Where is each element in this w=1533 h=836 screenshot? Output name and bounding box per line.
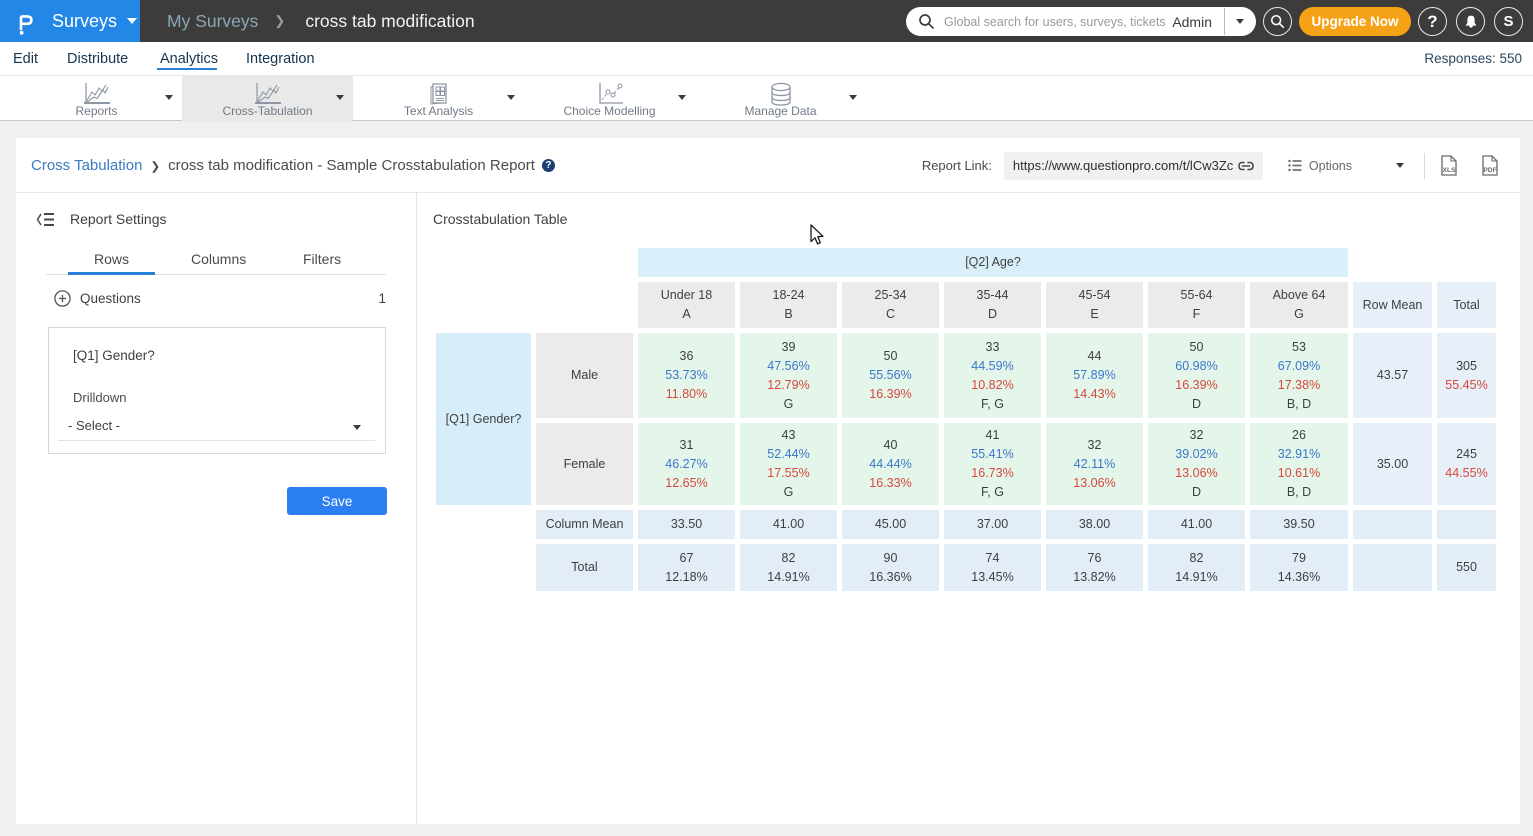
svg-text:PDF: PDF — [1483, 167, 1496, 174]
svg-text:XLS: XLS — [1442, 167, 1456, 174]
